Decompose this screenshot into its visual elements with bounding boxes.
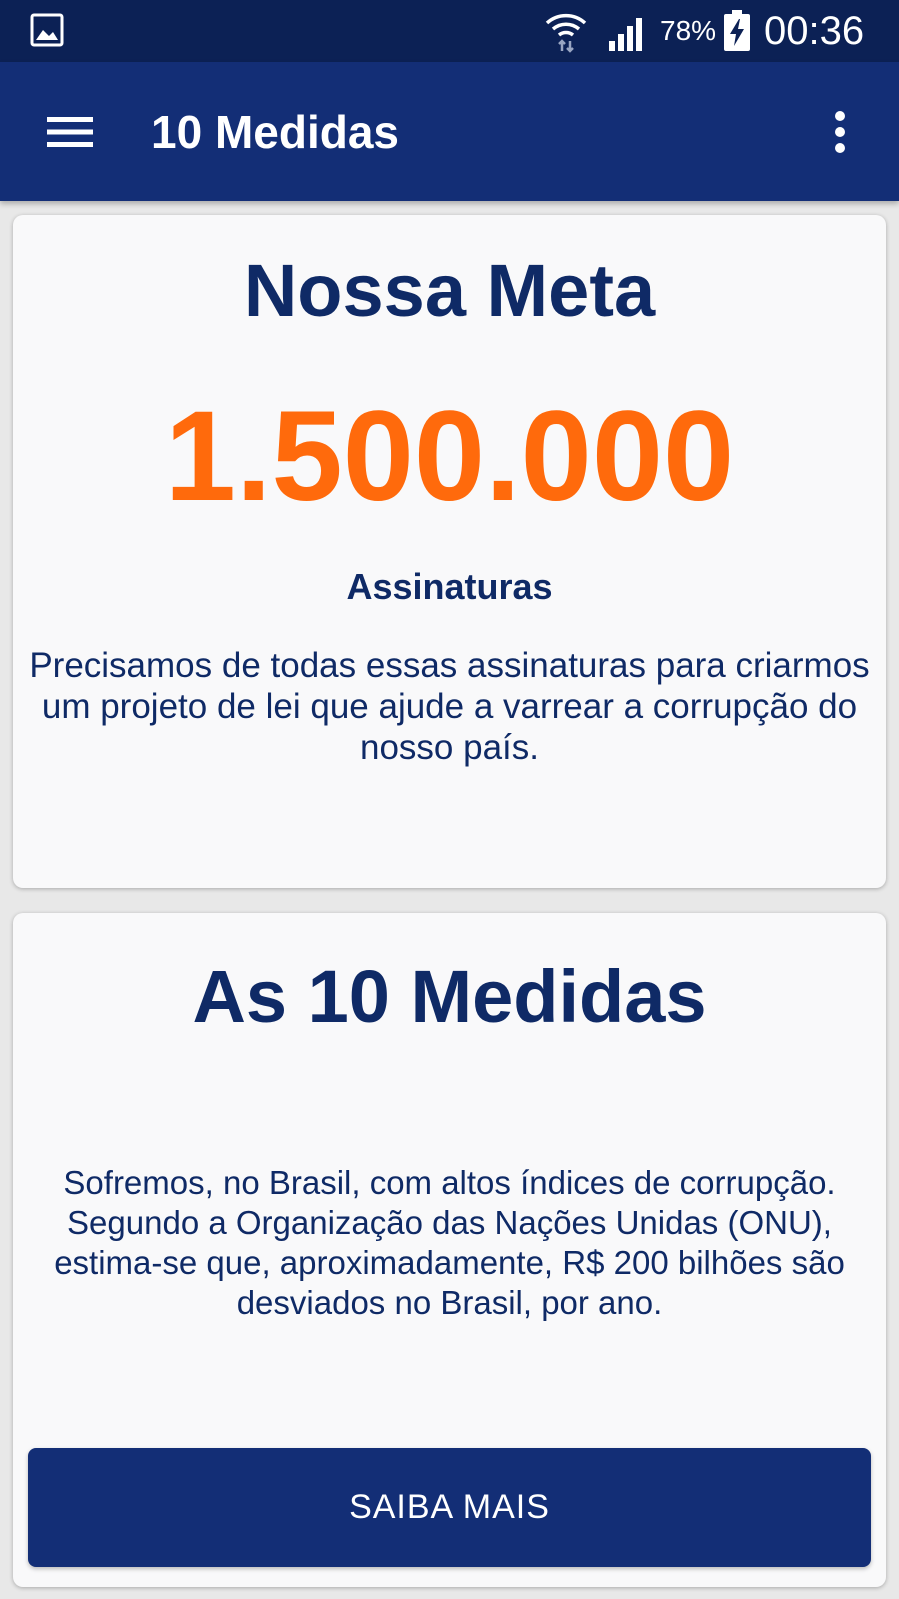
wifi-icon (545, 13, 587, 53)
battery-percentage: 78% (660, 15, 717, 46)
more-vertical-icon (835, 111, 845, 153)
signal-icon (609, 18, 642, 51)
overflow-menu-button[interactable] (812, 92, 868, 172)
measures-description: Sofremos, no Brasil, com altos índices d… (54, 1164, 845, 1321)
hamburger-menu-icon (47, 117, 93, 147)
gallery-icon (30, 13, 64, 47)
saiba-mais-button[interactable]: SAIBA MAIS (28, 1448, 871, 1567)
goal-number: 1.500.000 (164, 385, 735, 528)
app-title: 10 Medidas (151, 106, 399, 158)
status-clock: 00:36 (764, 9, 865, 53)
measures-card-title: As 10 Medidas (192, 955, 707, 1038)
goal-unit-label: Assinaturas (346, 566, 553, 607)
app-bar: 10 Medidas (0, 62, 899, 201)
goal-description: Precisamos de todas essas assinaturas pa… (29, 646, 870, 767)
goal-card-title: Nossa Meta (243, 249, 656, 332)
status-bar: 78% 00:36 (0, 0, 899, 62)
battery-charging-icon (724, 10, 750, 51)
goal-card: Nossa Meta 1.500.000 Assinaturas Precisa… (13, 215, 886, 888)
menu-button[interactable] (30, 92, 110, 172)
measures-card: As 10 Medidas Sofremos, no Brasil, com a… (13, 913, 886, 1587)
